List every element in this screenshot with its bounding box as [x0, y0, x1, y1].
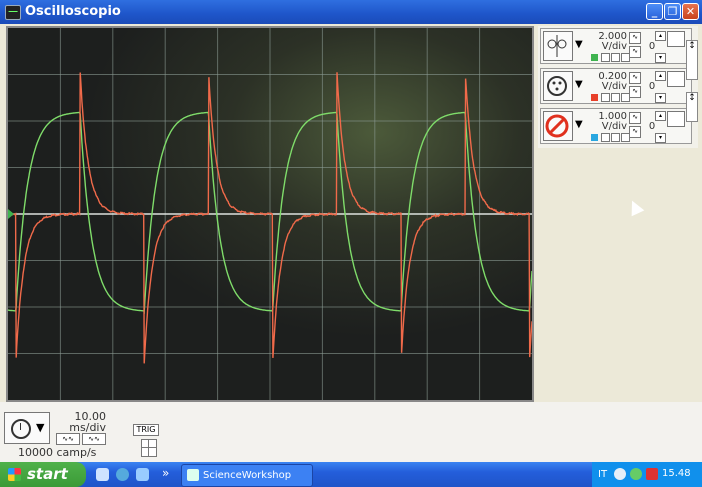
channel-2-display-option-icon[interactable]: [611, 93, 620, 102]
channel-2-offset-down-icon[interactable]: ▾: [655, 93, 666, 103]
no-input-icon[interactable]: [543, 111, 573, 141]
channel-3-scale-down-icon[interactable]: ∿: [629, 126, 641, 138]
channel-2-color-swatch: [591, 94, 598, 101]
channel-2-control: ▼ 0.200 V/div ∿ ∿ ▴ 0 ▾: [540, 68, 692, 104]
channel-3-offset: 0: [648, 121, 656, 132]
channel-2-settings-icon[interactable]: [667, 71, 685, 87]
stopwatch-icon: [11, 419, 31, 439]
start-label: start: [27, 465, 68, 483]
channel-panel: ▼ 2.000 V/div ∿ ∿ ▴ 0 ▾ ▼ 0.200 V/div ∿ …: [538, 26, 698, 148]
channel-1-scale-up-icon[interactable]: ∿: [629, 32, 641, 44]
system-tray: IT 15.48: [592, 462, 702, 487]
channel-1-offset-down-icon[interactable]: ▾: [655, 53, 666, 63]
taskbar-item-label: ScienceWorkshop: [203, 470, 292, 481]
channel-3-control: ▼ 1.000 V/div ∿ ∿ ▴ 0 ▾: [540, 108, 692, 144]
window-title: Oscilloscopio: [25, 4, 121, 19]
timebase-dropdown-icon[interactable]: ▼: [36, 421, 44, 434]
channel-1-scale-down-icon[interactable]: ∿: [629, 46, 641, 58]
channel-1-settings-icon[interactable]: [667, 31, 685, 47]
start-button[interactable]: start: [0, 462, 86, 487]
show-desktop-icon[interactable]: [96, 468, 109, 481]
channel-3-display-option-icon[interactable]: [601, 133, 610, 142]
channel-1-color-swatch: [591, 54, 598, 61]
channel-3-color-swatch: [591, 134, 598, 141]
windows-logo-icon: [8, 468, 21, 481]
channel-2-scale-up-icon[interactable]: ∿: [629, 72, 641, 84]
network-icon[interactable]: [630, 468, 642, 480]
channel-2-dropdown-icon[interactable]: ▼: [575, 79, 583, 90]
timebase-increase-icon[interactable]: ∿∿: [82, 433, 106, 445]
channel-1-control: ▼ 2.000 V/div ∿ ∿ ▴ 0 ▾: [540, 28, 692, 64]
taskbar: start » ScienceWorkshop IT 15.48: [0, 462, 702, 487]
sample-rate: 10000 camp/s: [18, 446, 97, 459]
channel-1-display-option-icon[interactable]: [601, 53, 610, 62]
timebase-decrease-icon[interactable]: ∿∿: [56, 433, 80, 445]
channel-3-unit: V/div: [601, 121, 627, 132]
close-button[interactable]: ✕: [682, 3, 699, 20]
oscilloscope-app-icon: [5, 5, 21, 20]
media-player-icon[interactable]: [136, 468, 149, 481]
sensor-plug-icon[interactable]: [543, 71, 573, 101]
channel-3-dropdown-icon[interactable]: ▼: [575, 119, 583, 130]
oscilloscope-plot: [8, 28, 532, 400]
bluetooth-icon[interactable]: [614, 468, 626, 480]
oscilloscope-display[interactable]: [6, 26, 534, 402]
channel-1-offset-scroll[interactable]: ↕: [686, 40, 698, 80]
channel-3-settings-icon[interactable]: [667, 111, 685, 127]
mouse-pointer-icon: [625, 197, 645, 217]
internet-explorer-icon[interactable]: [116, 468, 129, 481]
restore-button[interactable]: ❐: [664, 3, 681, 20]
channel-2-unit: V/div: [601, 81, 627, 92]
title-bar: Oscilloscopio _ ❐ ✕: [0, 0, 702, 24]
language-indicator[interactable]: IT: [598, 469, 607, 480]
channel-1-dropdown-icon[interactable]: ▼: [575, 39, 583, 50]
channel-3-display-option-icon[interactable]: [611, 133, 620, 142]
channel-1-offset: 0: [648, 41, 656, 52]
channel-2-offset-scroll[interactable]: ↕: [686, 92, 698, 122]
channel-2-scale-down-icon[interactable]: ∿: [629, 86, 641, 98]
scienceworkshop-icon: [187, 469, 199, 481]
system-clock: 15.48: [662, 468, 691, 479]
security-shield-icon[interactable]: [646, 468, 658, 480]
minimize-button[interactable]: _: [646, 3, 663, 20]
channel-2-offset-up-icon[interactable]: ▴: [655, 71, 666, 81]
channel-1-display-option-icon[interactable]: [611, 53, 620, 62]
channel-3-offset-up-icon[interactable]: ▴: [655, 111, 666, 121]
quicklaunch-expand-icon[interactable]: »: [162, 466, 169, 480]
channel-3-offset-down-icon[interactable]: ▾: [655, 133, 666, 143]
channel-1-unit: V/div: [601, 41, 627, 52]
taskbar-item-scienceworkshop[interactable]: ScienceWorkshop: [181, 464, 313, 487]
trigger-button[interactable]: TRIG: [133, 424, 159, 436]
timebase-control[interactable]: ▼: [4, 412, 50, 444]
channel-2-offset: 0: [648, 81, 656, 92]
channel-1-offset-up-icon[interactable]: ▴: [655, 31, 666, 41]
oscilloscope-probe-icon[interactable]: [543, 31, 573, 61]
timebase-panel: ▼ 10.00 ms/div ∿∿ ∿∿ 10000 camp/s TRIG: [0, 402, 702, 462]
channel-2-display-option-icon[interactable]: [601, 93, 610, 102]
channel-3-scale-up-icon[interactable]: ∿: [629, 112, 641, 124]
trigger-crosshair-icon[interactable]: [141, 439, 157, 457]
